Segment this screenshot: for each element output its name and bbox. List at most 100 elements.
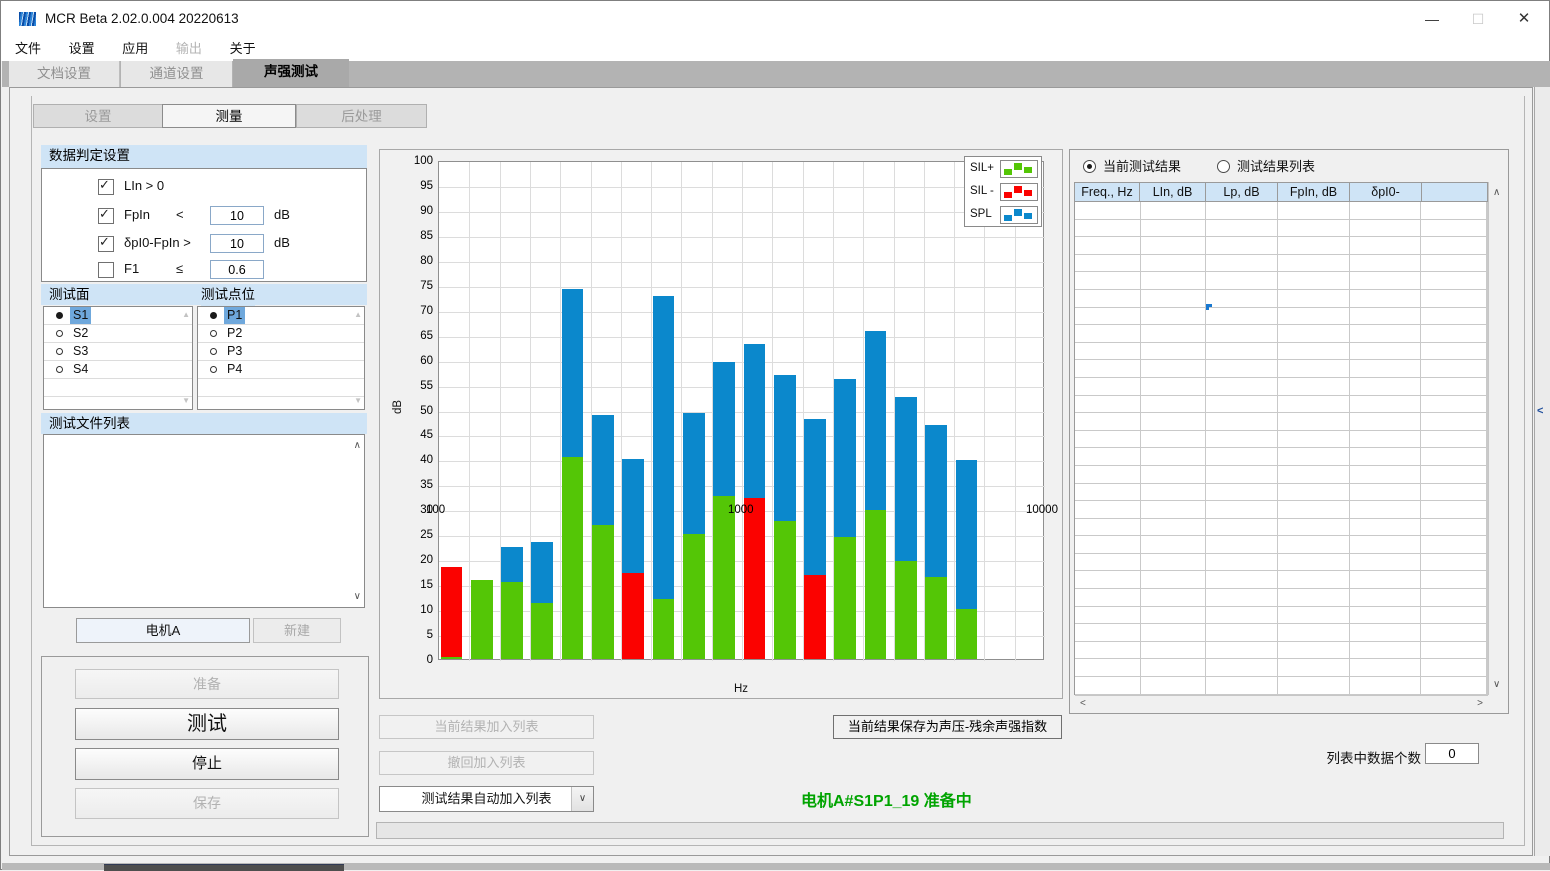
- bar-250hz-spl: [562, 289, 584, 457]
- table-cell: [1278, 484, 1350, 501]
- subtab-postprocess[interactable]: 后处理: [296, 104, 427, 128]
- file-listbox[interactable]: ∧ ∨: [43, 434, 365, 608]
- fpin-threshold-input[interactable]: [210, 206, 264, 225]
- table-row: [1075, 659, 1487, 677]
- motor-a-button[interactable]: 电机A: [76, 618, 250, 643]
- tab-document-settings[interactable]: 文档设置: [9, 61, 120, 87]
- menu-settings[interactable]: 设置: [69, 37, 95, 61]
- table-cell: [1075, 308, 1141, 325]
- bar-3150hz-spl: [895, 397, 917, 562]
- new-button[interactable]: 新建: [253, 618, 341, 643]
- scroll-up-icon[interactable]: ▲: [354, 311, 362, 319]
- table-cell: [1141, 466, 1207, 483]
- radio-result-list[interactable]: [1217, 160, 1230, 173]
- table-cell: [1278, 202, 1350, 219]
- dpio-threshold-input[interactable]: [210, 234, 264, 253]
- list-item-p4[interactable]: P4: [198, 361, 364, 379]
- vertical-scrollbar[interactable]: ∧ ∨: [1488, 182, 1504, 695]
- minimize-button[interactable]: —: [1409, 1, 1455, 37]
- scroll-up-icon[interactable]: ∧: [1493, 187, 1500, 198]
- scroll-up-icon[interactable]: ▲: [182, 311, 190, 319]
- table-cell: [1278, 272, 1350, 289]
- save-button: 保存: [75, 788, 339, 819]
- menu-file[interactable]: 文件: [15, 37, 41, 61]
- list-item-s2[interactable]: S2: [44, 325, 192, 343]
- list-item-label: S1: [70, 307, 91, 324]
- table-cell: [1141, 396, 1207, 413]
- panel-expander-icon[interactable]: <: [1537, 404, 1549, 418]
- undo-add-button: 撤回加入列表: [379, 751, 594, 775]
- table-cell: [1141, 589, 1207, 606]
- table-cell: [1206, 571, 1278, 588]
- scroll-left-icon[interactable]: <: [1080, 698, 1086, 709]
- table-cell: [1206, 413, 1278, 430]
- table-cell: [1141, 360, 1207, 377]
- column-header[interactable]: LIn, dB: [1140, 182, 1206, 202]
- save-as-pressure-residual-button[interactable]: 当前结果保存为声压-残余声强指数: [833, 715, 1062, 739]
- table-row: [1075, 501, 1487, 519]
- auto-add-combo[interactable]: 测试结果自动加入列表 ∨: [379, 786, 594, 812]
- subtab-setup[interactable]: 设置: [33, 104, 163, 128]
- checkbox-dpio[interactable]: ✓: [98, 236, 114, 252]
- table-row: [1075, 448, 1487, 466]
- column-header[interactable]: FpIn, dB: [1278, 182, 1350, 202]
- bar-1000hz-spl: [744, 344, 766, 499]
- f1-threshold-input[interactable]: [210, 260, 264, 279]
- legend-row-sil-plus: SIL+: [965, 157, 1041, 180]
- scroll-down-icon[interactable]: ▼: [354, 397, 362, 405]
- list-item-label: P1: [224, 307, 245, 324]
- table-cell: [1278, 466, 1350, 483]
- window-title: MCR Beta 2.02.0.004 20220613: [45, 1, 239, 37]
- bar-160hz-spl: [501, 547, 523, 582]
- scroll-up-icon[interactable]: ∧: [354, 440, 361, 451]
- scroll-down-icon[interactable]: ∨: [1493, 679, 1500, 690]
- table-cell: [1350, 659, 1422, 676]
- column-header[interactable]: [1422, 182, 1488, 202]
- table-cell: [1278, 413, 1350, 430]
- list-item-p2[interactable]: P2: [198, 325, 364, 343]
- list-item-p3[interactable]: P3: [198, 343, 364, 361]
- table-cell: [1075, 571, 1141, 588]
- chevron-down-icon[interactable]: ∨: [571, 787, 593, 811]
- stop-button[interactable]: 停止: [75, 748, 339, 780]
- close-button[interactable]: ✕: [1501, 1, 1547, 37]
- test-button[interactable]: 测试: [75, 708, 339, 740]
- column-header[interactable]: δpI0-FpIn,dB: [1350, 182, 1422, 202]
- tab-channel-settings[interactable]: 通道设置: [121, 61, 232, 87]
- table-cell: [1278, 554, 1350, 571]
- column-header[interactable]: Lp, dB: [1206, 182, 1278, 202]
- radio-result-list-label[interactable]: 测试结果列表: [1237, 159, 1315, 175]
- menu-apply[interactable]: 应用: [122, 37, 148, 61]
- bar-500hz-sil_plus: [653, 599, 675, 659]
- subtab-measure[interactable]: 测量: [162, 104, 296, 128]
- table-cell: [1278, 255, 1350, 272]
- radio-current-result[interactable]: [1083, 160, 1096, 173]
- table-cell: [1421, 290, 1487, 307]
- table-cell: [1421, 202, 1487, 219]
- add-current-result-button: 当前结果加入列表: [379, 715, 594, 739]
- results-table-body[interactable]: [1074, 202, 1488, 695]
- checkbox-f1[interactable]: [98, 262, 114, 278]
- menu-about[interactable]: 关于: [230, 37, 256, 61]
- bar-3150hz-sil_plus: [895, 561, 917, 659]
- list-count-input[interactable]: [1425, 743, 1479, 764]
- judge-row4-label: F1: [124, 261, 139, 276]
- scroll-down-icon[interactable]: ▼: [182, 397, 190, 405]
- list-item-s4[interactable]: S4: [44, 361, 192, 379]
- radio-current-result-label[interactable]: 当前测试结果: [1103, 159, 1181, 175]
- scroll-down-icon[interactable]: ∨: [354, 591, 361, 602]
- horizontal-scrollbar[interactable]: < >: [1075, 695, 1488, 712]
- table-cell: [1350, 220, 1422, 237]
- check-icon: ✓: [99, 234, 110, 250]
- list-item-s3[interactable]: S3: [44, 343, 192, 361]
- checkbox-fpin[interactable]: ✓: [98, 208, 114, 224]
- list-item-p1[interactable]: P1: [198, 307, 364, 325]
- table-cell: [1350, 642, 1422, 659]
- column-header[interactable]: Freq., Hz: [1074, 182, 1140, 202]
- scroll-right-icon[interactable]: >: [1477, 698, 1483, 709]
- checkbox-lin[interactable]: ✓: [98, 179, 114, 195]
- maximize-button[interactable]: ☐: [1455, 1, 1501, 37]
- bar-1000hz-sil_minus: [744, 498, 766, 659]
- list-item-s1[interactable]: S1: [44, 307, 192, 325]
- tab-sound-intensity-test[interactable]: 声强测试: [233, 59, 349, 87]
